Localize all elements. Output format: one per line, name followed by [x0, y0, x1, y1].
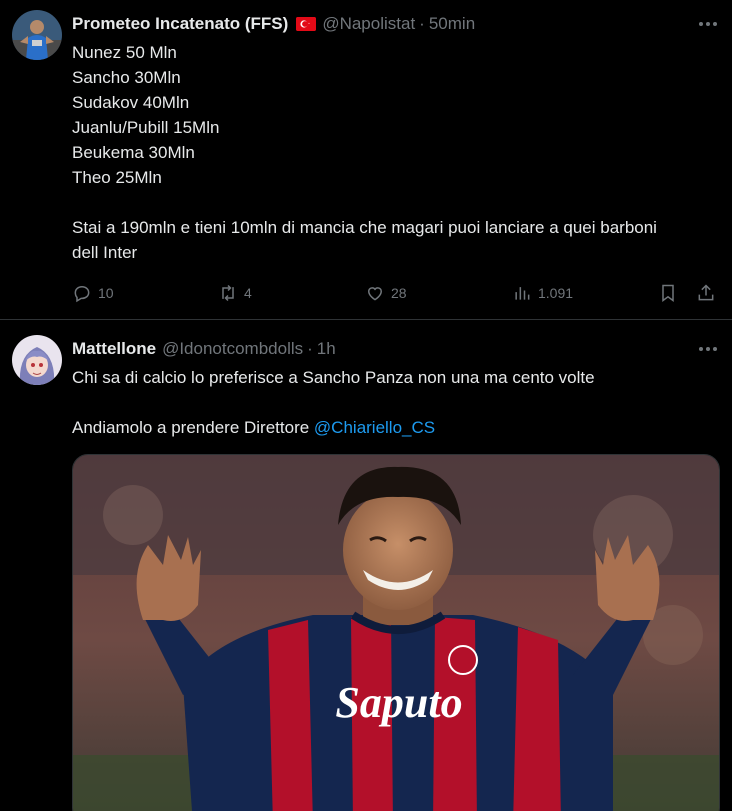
tweet-text: Nunez 50 Mln Sancho 30Mln Sudakov 40Mln … — [72, 40, 718, 265]
views-chart-icon — [515, 287, 530, 300]
retweet-icon — [222, 284, 234, 302]
tweet-line: dell Inter — [72, 243, 138, 262]
tweet-line: Theo 25Mln — [72, 168, 162, 187]
separator-dot: · — [419, 14, 425, 33]
share-button[interactable] — [696, 280, 716, 306]
tweet-line-blank — [72, 390, 718, 415]
more-options-icon[interactable] — [696, 12, 720, 36]
retweet-button[interactable]: 4 — [218, 280, 252, 306]
turkey-flag-icon — [296, 17, 317, 31]
retweet-count: 4 — [244, 285, 252, 301]
tweet-line: Stai a 190mln e tieni 10mln di mancia ch… — [72, 218, 657, 237]
view-count: 1.091 — [538, 285, 574, 301]
tweet-line — [72, 190, 718, 215]
tweet-line: Chi sa di calcio lo preferisce a Sancho … — [72, 368, 595, 387]
heart-icon — [367, 287, 383, 301]
tweet-line-text: Andiamolo a prendere Direttore — [72, 418, 314, 437]
action-bar: 10 4 28 1.091 — [72, 280, 720, 306]
bookmark-button[interactable] — [658, 280, 678, 306]
like-count: 28 — [391, 285, 407, 301]
timestamp[interactable]: 50min — [429, 14, 475, 34]
author-handle[interactable]: @Napolistat — [322, 14, 415, 34]
jersey-sponsor-text: Saputo — [335, 678, 462, 727]
reply-button[interactable]: 10 — [72, 280, 114, 306]
views-button[interactable]: 1.091 — [512, 280, 573, 306]
tweet-line: Juanlu/Pubill 15Mln — [72, 118, 220, 137]
tweet-line: Beukema 30Mln — [72, 143, 195, 162]
bookmark-icon — [662, 284, 674, 302]
tweet-line: Nunez 50 Mln — [72, 43, 177, 62]
timestamp[interactable]: 1h — [317, 339, 336, 359]
reply-icon — [74, 285, 90, 303]
tweet-line: Sancho 30Mln — [72, 68, 181, 87]
tweet-prometeo[interactable]: Prometeo Incatenato (FFS) @Napolistat · … — [0, 0, 732, 320]
author-name[interactable]: Prometeo Incatenato (FFS) — [72, 14, 288, 34]
avatar-prometeo[interactable] — [12, 10, 62, 60]
tweet-header: Prometeo Incatenato (FFS) @Napolistat · … — [72, 12, 692, 36]
tweet-line: Sudakov 40Mln — [72, 93, 190, 112]
mention-link[interactable]: @Chiariello_CS — [314, 418, 435, 437]
tweet-photo[interactable]: Saputo — [72, 454, 720, 811]
tweet-mattellone[interactable]: Mattellone @Idonotcombdolls · 1h Chi sa … — [0, 321, 732, 811]
separator-dot: · — [307, 339, 313, 358]
more-options-icon[interactable] — [696, 337, 720, 361]
tweet-line: Andiamolo a prendere Direttore @Chiariel… — [72, 415, 718, 440]
tweet-text: Chi sa di calcio lo preferisce a Sancho … — [72, 365, 718, 440]
author-handle[interactable]: @Idonotcombdolls — [162, 339, 303, 359]
avatar-mattellone[interactable] — [12, 335, 62, 385]
share-icon — [698, 284, 714, 301]
tweet-header: Mattellone @Idonotcombdolls · 1h — [72, 337, 692, 361]
author-name[interactable]: Mattellone — [72, 339, 156, 359]
reply-count: 10 — [98, 285, 114, 301]
like-button[interactable]: 28 — [365, 280, 407, 306]
